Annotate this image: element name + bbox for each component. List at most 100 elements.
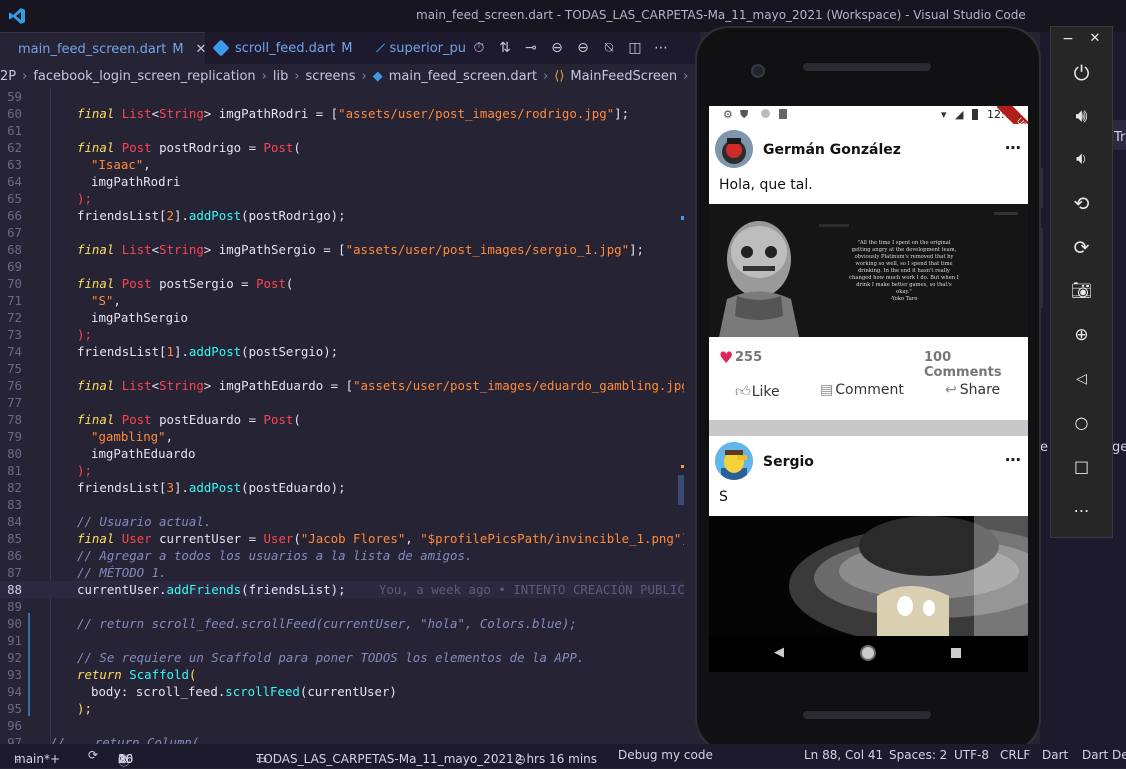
vscode-logo-icon <box>9 8 25 24</box>
git-compare-icon[interactable]: ⇅ <box>492 40 518 56</box>
volume-up-icon[interactable]: 🔊︎ <box>1051 105 1112 127</box>
breadcrumb-item[interactable]: facebook_login_screen_replication <box>33 69 255 84</box>
code-line: 91 <box>7 633 22 648</box>
heart-icon[interactable]: ♥ <box>719 348 733 367</box>
breadcrumb-item[interactable]: lib <box>273 69 288 84</box>
tab-superior[interactable]: superior_pu <box>370 32 466 64</box>
cursor-position[interactable]: Ln 88, Col 41 <box>804 748 883 762</box>
settings-icon: ⚙ <box>723 108 733 121</box>
code-line: 75 <box>7 361 22 376</box>
back-icon[interactable]: ◁ <box>1051 371 1112 387</box>
more-icon[interactable]: ⋯ <box>1051 501 1112 520</box>
tab-label: superior_pu <box>389 40 466 56</box>
minimize-icon[interactable]: − <box>1055 31 1081 47</box>
split-editor-icon[interactable]: ◫ <box>622 40 648 56</box>
code-line: 90// return scroll_feed.scrollFeed(curre… <box>7 616 577 631</box>
code-line: 62 final Post postRodrigo = Post( <box>7 140 301 155</box>
scrollbar-thumb[interactable] <box>678 475 684 505</box>
sync-icon[interactable]: ⟳ <box>88 748 98 762</box>
code-line: 86// Agregar a todos los usuarios a la l… <box>7 548 473 563</box>
code-line: 74 friendsList[1].addPost(postSergio); <box>7 344 339 359</box>
code-editor[interactable]: 59 60 final List<String> imgPathRodri = [… <box>0 88 684 744</box>
code-line: 76 final List<String> imgPathEduardo = ["… <box>7 378 684 393</box>
comments-count[interactable]: 100 Comments <box>924 350 1028 380</box>
home-icon[interactable] <box>860 645 876 661</box>
rotate-right-icon[interactable]: ⟳ <box>1051 237 1112 259</box>
window-title: main_feed_screen.dart - TODAS_LAS_CARPET… <box>416 8 1026 22</box>
timeline-icon[interactable]: ⏱ <box>466 40 492 56</box>
go-back-icon[interactable]: ⊖ <box>544 40 570 56</box>
power-icon[interactable]: ⏻ <box>1051 61 1112 85</box>
scrollbar-marker <box>681 216 684 220</box>
code-line: 82 friendsList[3].addPost(postEduardo); <box>7 480 346 495</box>
code-line: 95); <box>7 701 92 716</box>
more-actions-icon[interactable]: ⋯ <box>648 40 674 56</box>
speaker-grille <box>803 711 931 719</box>
power-button <box>1039 168 1043 208</box>
flutter-icon[interactable]: ⍉ <box>596 40 622 56</box>
android-nav-bar: ◀ <box>709 636 1028 672</box>
chevron-right-icon: › <box>543 68 549 84</box>
comment-button[interactable]: ▤ Comment <box>820 382 904 398</box>
debug-status[interactable]: Debug my code <box>618 748 713 762</box>
code-line: 87// MÉTODO 1. <box>7 565 167 580</box>
post-image[interactable] <box>709 516 1028 636</box>
post-text: Hola, que tal. <box>719 177 813 193</box>
language-mode[interactable]: Dart <box>1042 748 1068 762</box>
home-icon[interactable]: ○ <box>1051 413 1112 432</box>
likes-count: 255 <box>735 350 763 365</box>
modified-indicator: M <box>341 40 353 56</box>
thumbs-up-icon: 👍︎ <box>735 382 751 400</box>
like-button[interactable]: 👍︎ Like <box>735 382 780 401</box>
code-line: 72 imgPathSergio <box>7 310 188 325</box>
post-image[interactable]: "All the time I spent on the original ge… <box>709 204 1028 337</box>
more-options-icon[interactable]: ⋯ <box>1005 138 1021 157</box>
code-line: 85 final User currentUser = User("Jacob F… <box>7 531 684 546</box>
breadcrumb-item[interactable]: main_feed_screen.dart <box>389 69 537 84</box>
camera-icon[interactable]: 📷︎ <box>1051 281 1112 301</box>
more-options-icon[interactable]: ⋯ <box>1005 450 1021 469</box>
wifi-icon: ▾ <box>941 108 947 121</box>
code-line: 69 <box>7 259 22 274</box>
phone-screen[interactable]: ⚙ ⛊ ▾ ◢ 12:00 UG Germán González ⋯ Hola,… <box>709 106 1028 636</box>
quote-text: "All the time I spent on the original ge… <box>849 240 959 302</box>
tab-scroll-feed[interactable]: scroll_feed.dart M <box>205 32 370 64</box>
share-label: Share <box>959 382 1001 398</box>
dart-devtools[interactable]: Dart Dev <box>1082 748 1126 762</box>
post-author[interactable]: Sergio <box>763 454 814 470</box>
overview-icon[interactable]: □ <box>1051 457 1112 476</box>
rotate-left-icon[interactable]: ⟲ <box>1051 193 1112 215</box>
post-text: S <box>719 489 728 505</box>
breadcrumb-item[interactable]: screens <box>306 69 356 84</box>
avatar-image <box>715 442 753 480</box>
avatar[interactable] <box>715 442 753 480</box>
avatar[interactable] <box>715 130 753 168</box>
go-forward-icon[interactable]: ⊖ <box>570 40 596 56</box>
close-icon[interactable]: ✕ <box>1082 31 1108 46</box>
post-author[interactable]: Germán González <box>763 142 901 158</box>
code-line: 68 final List<String> imgPathSergio = ["a… <box>7 242 645 257</box>
git-commit-icon[interactable]: ⊸ <box>518 40 544 56</box>
encoding[interactable]: UTF-8 <box>954 748 989 762</box>
code-line: 70 final Post postSergio = Post( <box>7 276 294 291</box>
back-icon[interactable]: ◀ <box>774 645 784 660</box>
chevron-right-icon: › <box>261 68 267 84</box>
modified-indicator: M <box>172 41 184 57</box>
tab-main-feed-screen[interactable]: main_feed_screen.dart M ✕ <box>0 32 206 65</box>
breadcrumb-item[interactable]: 2P <box>0 69 16 84</box>
code-line: 77 <box>7 395 22 410</box>
code-line: 63 "Isaac", <box>7 157 151 172</box>
end-of-line[interactable]: CRLF <box>1000 748 1030 762</box>
indentation[interactable]: Spaces: 2 <box>889 748 947 762</box>
code-line: 66 friendsList[2].addPost(postRodrigo); <box>7 208 346 223</box>
overview-icon[interactable] <box>951 648 961 658</box>
volume-down-icon[interactable]: 🔉︎ <box>1051 149 1112 169</box>
share-button[interactable]: ↩ Share <box>945 382 1000 398</box>
breadcrumb-item[interactable]: MainFeedScreen <box>570 69 677 84</box>
comment-icon: ▤ <box>820 382 834 398</box>
editor-actions: ⏱ ⇅ ⊸ ⊖ ⊖ ⍉ ◫ ⋯ <box>466 40 674 56</box>
code-line: 71 "S", <box>7 293 121 308</box>
zoom-icon[interactable]: ⊕ <box>1051 325 1112 345</box>
panel-text-fragment: Tr <box>1114 130 1126 145</box>
git-blame-annotation: You, a week ago • INTENTO CREACIÓN PUBLI… <box>379 582 684 597</box>
